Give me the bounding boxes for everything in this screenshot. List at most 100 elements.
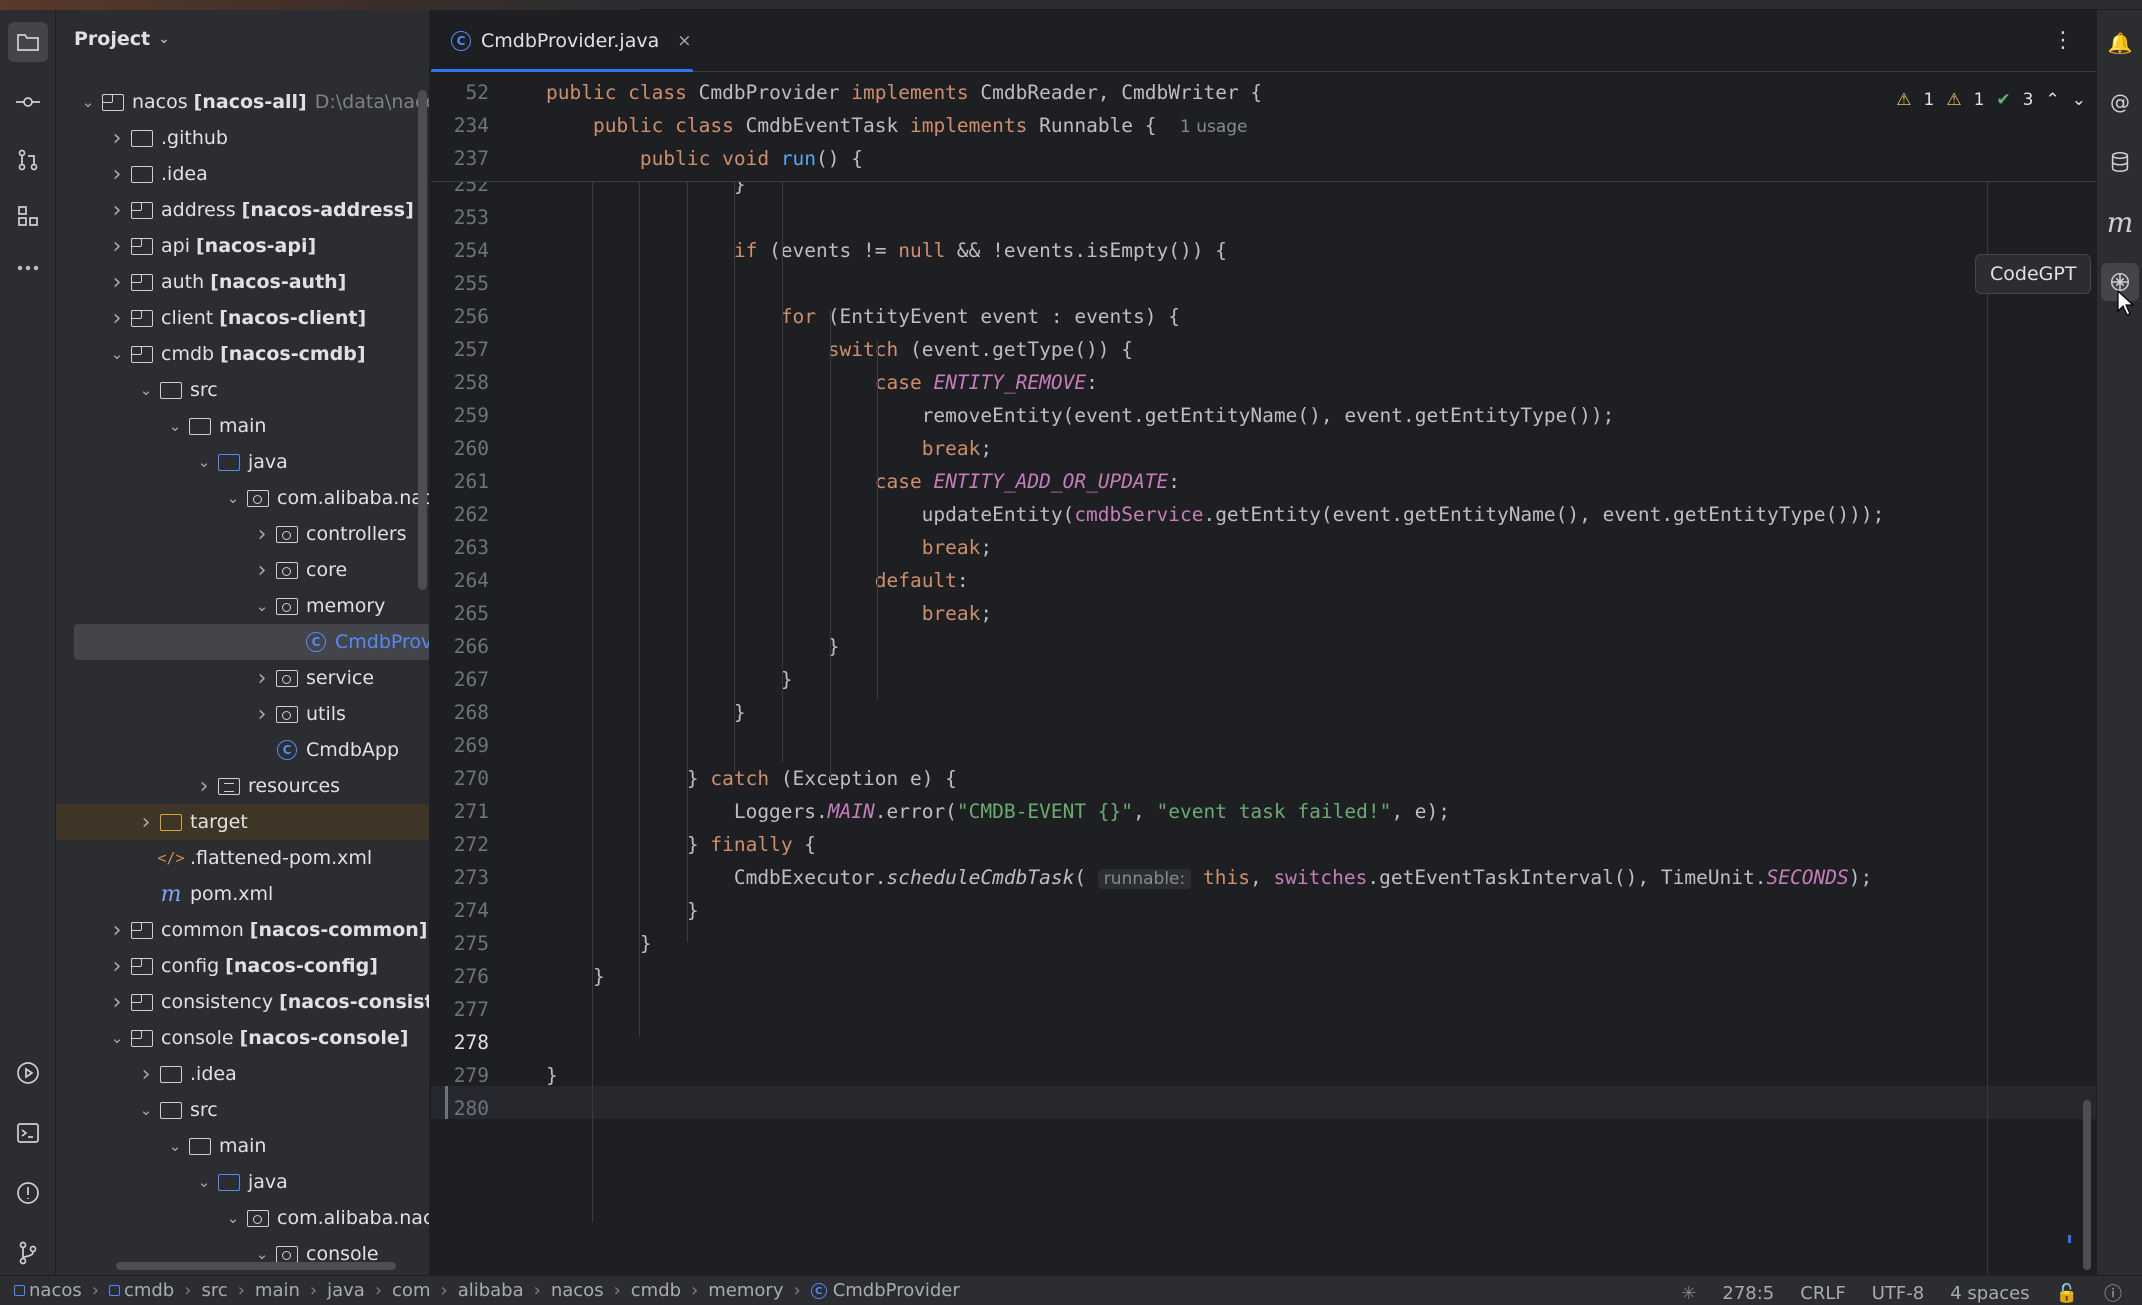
- structure-icon[interactable]: [8, 196, 48, 236]
- tree-item[interactable]: CCmdbProvider: [74, 624, 429, 660]
- tree-item[interactable]: ⌄ main: [56, 1128, 429, 1164]
- chevron-down-icon[interactable]: ⌄: [194, 1173, 214, 1191]
- code-line[interactable]: }: [546, 696, 746, 729]
- chevron-right-icon[interactable]: ›: [252, 558, 272, 583]
- tree-item[interactable]: › .idea: [56, 156, 429, 192]
- tree-item[interactable]: › controllers: [56, 516, 429, 552]
- terminal-icon[interactable]: [8, 1113, 48, 1153]
- tree-item[interactable]: › consistency[nacos-consistency]: [56, 984, 429, 1020]
- caret-position[interactable]: 278:5: [1722, 1283, 1774, 1304]
- code-line[interactable]: break;: [546, 531, 992, 564]
- maven-icon[interactable]: m: [2101, 203, 2139, 241]
- tree-item[interactable]: ⌄ src: [56, 1092, 429, 1128]
- code-line[interactable]: }: [546, 1059, 558, 1092]
- chevron-down-icon[interactable]: ⌄: [252, 1245, 272, 1263]
- tree-item[interactable]: › utils: [56, 696, 429, 732]
- chevron-right-icon[interactable]: ›: [107, 198, 127, 223]
- chevron-down-icon[interactable]: ⌄: [223, 489, 243, 507]
- previous-highlight-icon[interactable]: ⌃: [2046, 90, 2060, 110]
- tree-item[interactable]: ⌄ console [nacos-console]: [56, 1020, 429, 1056]
- tree-item[interactable]: </> .flattened-pom.xml: [56, 840, 429, 876]
- code-line[interactable]: Loggers.MAIN.error("CMDB-EVENT {}", "eve…: [546, 795, 1450, 828]
- breadcrumb-item[interactable]: main: [255, 1280, 300, 1301]
- code-line[interactable]: CmdbExecutor.scheduleCmdbTask( runnable:…: [546, 861, 1872, 894]
- chevron-right-icon[interactable]: ›: [107, 306, 127, 331]
- editor-tab[interactable]: C CmdbProvider.java ×: [431, 10, 693, 73]
- sticky-code-line[interactable]: public class CmdbEventTask implements Ru…: [546, 109, 1248, 142]
- tree-item[interactable]: ⌄ com.alibaba.nacos.console: [56, 1200, 429, 1236]
- code-line[interactable]: }: [546, 927, 652, 960]
- inspection-widget[interactable]: ⚠ 1 ⚠ 1 ✔ 3 ⌃ ⌄: [1896, 90, 2086, 110]
- chevron-down-icon[interactable]: ⌄: [136, 381, 156, 399]
- git-icon[interactable]: [8, 1233, 48, 1273]
- tree-item[interactable]: › api [nacos-api]: [56, 228, 429, 264]
- code-line[interactable]: } finally {: [546, 828, 816, 861]
- chevron-down-icon[interactable]: ⌄: [194, 453, 214, 471]
- breadcrumb-item[interactable]: cmdb: [108, 1280, 174, 1301]
- code-area[interactable]: if (Loggers.MAIN.isDebugEnabled()) { Log…: [546, 72, 2066, 1275]
- chevron-right-icon[interactable]: ›: [107, 270, 127, 295]
- breadcrumb-item[interactable]: nacos: [551, 1280, 604, 1301]
- breadcrumb-item[interactable]: cmdb: [631, 1280, 681, 1301]
- tree-item[interactable]: › resources: [56, 768, 429, 804]
- next-highlight-icon[interactable]: ⌄: [2072, 90, 2086, 110]
- lock-icon[interactable]: 🔓: [2056, 1283, 2078, 1304]
- sticky-lines[interactable]: 52 public class CmdbProvider implements C…: [431, 72, 2096, 182]
- chevron-right-icon[interactable]: ›: [107, 234, 127, 259]
- chevron-right-icon[interactable]: ›: [252, 522, 272, 547]
- chevron-right-icon[interactable]: ›: [107, 990, 127, 1015]
- tree-item[interactable]: m pom.xml: [56, 876, 429, 912]
- code-line[interactable]: }: [546, 630, 840, 663]
- indent-setting[interactable]: 4 spaces: [1950, 1283, 2029, 1304]
- tree-item[interactable]: ⌄ com.alibaba.nacos.cmdb: [56, 480, 429, 516]
- code-line[interactable]: for (EntityEvent event : events) {: [546, 300, 1180, 333]
- tree-item[interactable]: › address [nacos-address]: [56, 192, 429, 228]
- chevron-right-icon[interactable]: ›: [107, 954, 127, 979]
- tree-item[interactable]: › .github: [56, 120, 429, 156]
- tree-item[interactable]: ⌄ java: [56, 1164, 429, 1200]
- code-line[interactable]: switch (event.getType()) {: [546, 333, 1133, 366]
- tree-item[interactable]: ⌄ main: [56, 408, 429, 444]
- chevron-right-icon[interactable]: ›: [136, 810, 156, 835]
- code-line[interactable]: }: [546, 663, 793, 696]
- tree-item[interactable]: › target: [56, 804, 429, 840]
- breadcrumb-item[interactable]: nacos: [14, 1280, 82, 1301]
- code-line[interactable]: removeEntity(event.getEntityName(), even…: [546, 399, 1615, 432]
- breadcrumb-item[interactable]: alibaba: [458, 1280, 524, 1301]
- ai-assistant-icon[interactable]: @: [2101, 83, 2139, 121]
- project-tree-horizontal-scrollbar[interactable]: [116, 1262, 396, 1270]
- code-line[interactable]: } catch (Exception e) {: [546, 762, 957, 795]
- tree-item[interactable]: › .idea: [56, 1056, 429, 1092]
- tab-menu-icon[interactable]: ⋮: [2052, 28, 2074, 53]
- tree-item[interactable]: ⌄ cmdb [nacos-cmdb]: [56, 336, 429, 372]
- breadcrumb-item[interactable]: src: [201, 1280, 227, 1301]
- project-panel-header[interactable]: Project ⌄: [74, 28, 170, 50]
- breadcrumb-item[interactable]: memory: [708, 1280, 783, 1301]
- chevron-right-icon[interactable]: ›: [107, 126, 127, 151]
- tree-item[interactable]: ⌄ nacos[nacos-all] D:\data\nacos: [56, 84, 429, 120]
- commit-icon[interactable]: [8, 82, 48, 122]
- tree-item[interactable]: C CmdbApp: [56, 732, 429, 768]
- chevron-down-icon[interactable]: ⌄: [78, 93, 98, 111]
- sticky-code-line[interactable]: public void run() {: [546, 142, 863, 175]
- pull-requests-icon[interactable]: [8, 140, 48, 180]
- code-line[interactable]: case ENTITY_REMOVE:: [546, 366, 1098, 399]
- chevron-down-icon[interactable]: ⌄: [223, 1209, 243, 1227]
- run-icon[interactable]: [8, 1053, 48, 1093]
- tree-item[interactable]: › auth [nacos-auth]: [56, 264, 429, 300]
- database-icon[interactable]: [2101, 143, 2139, 181]
- editor-scrollbar[interactable]: [2083, 1100, 2091, 1270]
- chevron-down-icon[interactable]: ⌄: [165, 1137, 185, 1155]
- code-line[interactable]: if (events != null && !events.isEmpty())…: [546, 234, 1227, 267]
- code-line[interactable]: updateEntity(cmdbService.getEntity(event…: [546, 498, 1885, 531]
- code-line[interactable]: break;: [546, 432, 992, 465]
- code-line[interactable]: default:: [546, 564, 969, 597]
- code-line[interactable]: }: [546, 894, 699, 927]
- breadcrumb-item[interactable]: C CmdbProvider: [810, 1280, 960, 1301]
- more-icon[interactable]: [8, 248, 48, 288]
- notifications-icon[interactable]: 🔔: [2101, 24, 2139, 62]
- problems-icon[interactable]: [8, 1173, 48, 1213]
- chevron-right-icon[interactable]: ›: [194, 774, 214, 799]
- tree-item[interactable]: › core: [56, 552, 429, 588]
- tree-item[interactable]: › config [nacos-config]: [56, 948, 429, 984]
